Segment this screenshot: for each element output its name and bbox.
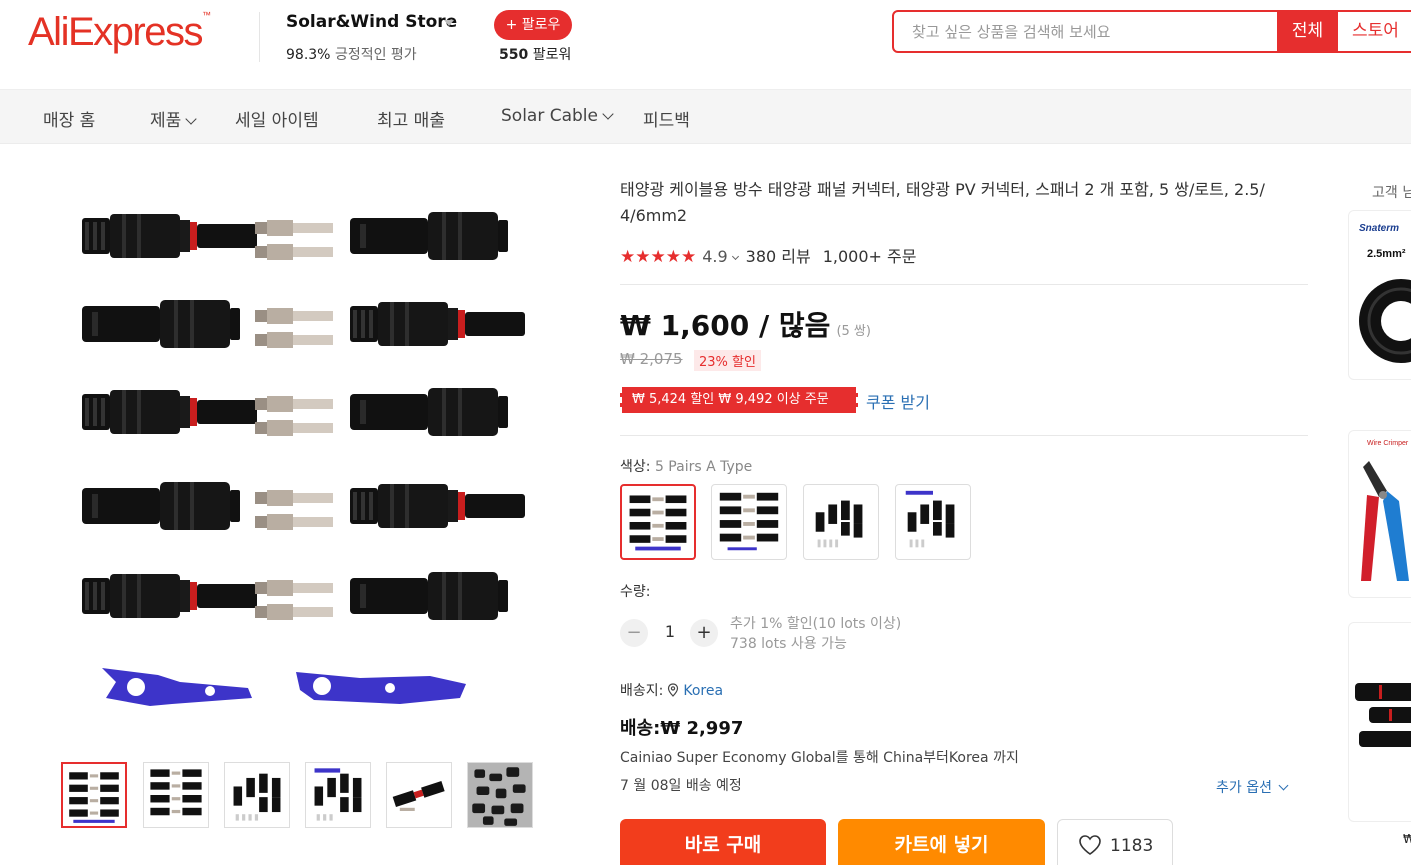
header: AliExpress™ Solar&Wind Store 98.3% 긍정적인 …: [0, 0, 1411, 90]
nav-solar-cable[interactable]: Solar Cable: [501, 106, 614, 126]
chevron-down-icon: [602, 108, 614, 120]
order-count: 1,000+ 주문: [822, 247, 917, 266]
more-shipping-options-link[interactable]: 추가 옵션: [1216, 777, 1289, 797]
rating-value[interactable]: 4.9: [702, 247, 727, 266]
store-name[interactable]: Solar&Wind Store: [286, 12, 457, 32]
divider: [620, 435, 1308, 436]
caret-down-icon[interactable]: [444, 20, 454, 26]
nav-products[interactable]: 제품: [150, 106, 197, 131]
recommended-price-3: ₩: [1403, 832, 1411, 846]
recommendations-title: 고객 님: [1372, 185, 1411, 201]
rec-brand-label: Snaterm: [1359, 223, 1399, 234]
thumbnail-1[interactable]: [61, 762, 127, 828]
search-box: 전체 스토어: [892, 10, 1411, 53]
quantity-value[interactable]: 1: [662, 622, 678, 641]
thumbnail-3[interactable]: [224, 762, 290, 828]
nav-store-home[interactable]: 매장 홈: [43, 106, 95, 131]
followers-count: 550 팔로워: [499, 47, 572, 63]
rec-caption-label: Wire Crimper: [1367, 440, 1409, 447]
quantity-available-note: 738 lots 사용 가능: [730, 636, 847, 652]
location-pin-icon: [668, 683, 679, 697]
wishlist-count: 1183: [1110, 836, 1154, 856]
color-option-3[interactable]: [803, 484, 879, 560]
ship-to-location-link[interactable]: Korea: [683, 683, 723, 699]
thumbnail-4[interactable]: [305, 762, 371, 828]
store-nav: 매장 홈 제품 세일 아이템 최고 매출 Solar Cable 피드백: [0, 90, 1411, 144]
buy-now-button[interactable]: 바로 구매: [620, 819, 826, 865]
delivery-estimate: 7 월 08일 배송 예정: [620, 778, 742, 794]
coupon-badge[interactable]: ₩ 5,424 할인 ₩ 9,492 이상 주문: [620, 387, 858, 413]
price: ₩ 1,600 / 많음 (5 쌍): [620, 309, 871, 342]
quantity-label: 수량:: [620, 584, 651, 600]
follow-button[interactable]: + 팔로우: [494, 10, 572, 40]
divider: [259, 12, 260, 62]
aliexpress-logo[interactable]: AliExpress™: [28, 10, 211, 55]
chevron-down-icon: [185, 113, 197, 125]
thumbnail-6[interactable]: [467, 762, 533, 828]
star-rating-icon: ★★★★★: [620, 247, 697, 267]
nav-feedback[interactable]: 피드백: [643, 106, 690, 131]
search-input[interactable]: [912, 12, 1272, 51]
price-unit: (5 쌍): [836, 324, 871, 339]
get-coupon-link[interactable]: 쿠폰 받기: [866, 389, 930, 413]
ship-to: 배송지: Korea: [620, 683, 724, 699]
review-count[interactable]: 380 리뷰: [746, 247, 811, 266]
thumbnail-5[interactable]: [386, 762, 452, 828]
divider: [620, 284, 1308, 285]
chevron-down-icon[interactable]: [731, 252, 739, 261]
nav-sale-items[interactable]: 세일 아이템: [235, 106, 319, 131]
color-label: 색상: 5 Pairs A Type: [620, 459, 753, 475]
store-rating: 98.3% 긍정적인 평가: [286, 47, 417, 63]
product-main-image[interactable]: [60, 170, 550, 750]
recommended-product-2[interactable]: Wire Crimper: [1348, 430, 1411, 598]
thumbnail-2[interactable]: [143, 762, 209, 828]
quantity-decrease-button[interactable]: −: [620, 619, 648, 647]
rating-row: ★★★★★ 4.9 380 리뷰 1,000+ 주문: [620, 243, 916, 267]
discount-badge: 23% 할인: [694, 350, 761, 371]
wishlist-button[interactable]: 1183: [1057, 819, 1173, 865]
rec-spec-label: 2.5mm²: [1367, 248, 1406, 260]
chevron-down-icon: [1278, 780, 1289, 791]
color-option-4[interactable]: [895, 484, 971, 560]
nav-top-selling[interactable]: 최고 매출: [377, 106, 445, 131]
shipping-cost: 배송:₩ 2,997: [620, 718, 744, 739]
search-store-button[interactable]: 스토어: [1338, 12, 1411, 51]
quantity-discount-note: 추가 1% 할인(10 lots 이상): [730, 616, 902, 632]
add-to-cart-button[interactable]: 카트에 넣기: [838, 819, 1045, 865]
product-title: 태양광 케이블용 방수 태양광 패널 커넥터, 태양광 PV 커넥터, 스패너 …: [620, 180, 1265, 225]
shipping-method: Cainiao Super Economy Global를 통해 China부터…: [620, 750, 1019, 766]
recommended-product-3[interactable]: [1348, 622, 1411, 822]
heart-icon: [1079, 835, 1101, 855]
recommended-product-1[interactable]: Snaterm 2.5mm²: [1348, 210, 1411, 380]
color-option-2[interactable]: [711, 484, 787, 560]
color-option-5-pairs-a[interactable]: [620, 484, 696, 560]
search-all-button[interactable]: 전체: [1277, 12, 1338, 51]
quantity-increase-button[interactable]: +: [690, 619, 718, 647]
original-price: ₩ 2,075: [620, 350, 683, 368]
